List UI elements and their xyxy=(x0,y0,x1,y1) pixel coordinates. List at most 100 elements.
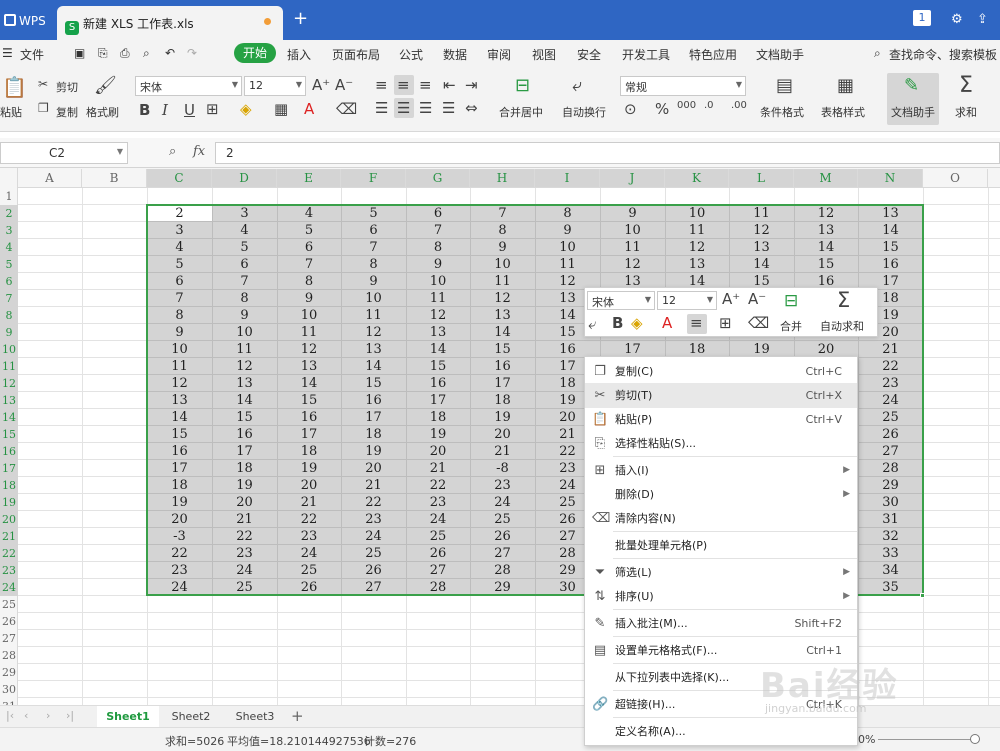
share-icon[interactable]: ⇪ xyxy=(977,12,988,27)
row-header-26[interactable]: 26 xyxy=(0,613,18,630)
column-header-h[interactable]: H xyxy=(470,169,535,187)
mini-merge-icon[interactable]: ⊟ xyxy=(784,291,798,311)
number-format-select[interactable]: 常规 ▼ xyxy=(620,76,746,96)
font-grow-icon[interactable]: A⁺ xyxy=(312,76,330,94)
context-menu-item-sort[interactable]: ⇅ 排序(U) ▶ xyxy=(585,584,857,609)
add-sheet-icon[interactable]: + xyxy=(291,707,304,725)
conditional-format-icon[interactable]: ▤ xyxy=(776,75,793,96)
row-header-19[interactable]: 19 xyxy=(0,494,18,511)
context-menu-item-define-name[interactable]: 定义名称(A)... xyxy=(585,719,857,744)
row-header-20[interactable]: 20 xyxy=(0,511,18,528)
menu-tab-doc-helper[interactable]: 文档助手 xyxy=(756,46,804,63)
row-header-30[interactable]: 30 xyxy=(0,681,18,698)
border-icon[interactable]: ⊞ xyxy=(206,100,219,118)
menu-tab-view[interactable]: 视图 xyxy=(532,46,556,63)
column-header-c[interactable]: C xyxy=(147,169,212,187)
new-tab-button[interactable]: + xyxy=(293,8,308,29)
wrap-text-button[interactable]: 自动换行 xyxy=(562,104,606,120)
mini-merge-button[interactable]: 合并 xyxy=(780,318,802,334)
undo-icon[interactable]: ↶ xyxy=(165,46,175,60)
row-header-29[interactable]: 29 xyxy=(0,664,18,681)
wrap-text-icon[interactable]: ⤶ xyxy=(572,75,582,96)
conditional-format-button[interactable]: 条件格式 xyxy=(760,104,804,120)
decrease-decimal-icon[interactable]: .00 xyxy=(731,100,747,111)
row-header-7[interactable]: 7 xyxy=(0,290,18,307)
fill-handle[interactable] xyxy=(920,593,925,598)
wps-home-tab[interactable]: WPS xyxy=(0,8,52,36)
mini-font-shrink-icon[interactable]: A⁻ xyxy=(748,290,766,308)
row-header-18[interactable]: 18 xyxy=(0,477,18,494)
font-color-icon[interactable]: A xyxy=(304,100,314,118)
underline-icon[interactable]: U xyxy=(184,101,195,119)
row-header-12[interactable]: 12 xyxy=(0,375,18,392)
mini-sum-icon[interactable]: Σ xyxy=(837,288,850,312)
scissors-icon[interactable]: ✂ xyxy=(38,77,48,91)
row-header-3[interactable]: 3 xyxy=(0,222,18,239)
row-header-14[interactable]: 14 xyxy=(0,409,18,426)
column-header-m[interactable]: M xyxy=(794,169,858,187)
sheet-first-icon[interactable]: |‹ xyxy=(6,709,14,722)
menu-tab-review[interactable]: 审阅 xyxy=(487,46,511,63)
sheet-next-icon[interactable]: › xyxy=(46,709,50,722)
table-style-icon[interactable]: ▦ xyxy=(837,75,854,96)
search-icon[interactable]: ⌕ xyxy=(874,46,881,61)
mini-wrap-icon[interactable]: ⤶ xyxy=(588,315,596,333)
mini-fill-color-icon[interactable]: ◈ xyxy=(631,314,643,332)
name-box[interactable]: C2 ▼ xyxy=(0,142,128,164)
row-header-24[interactable]: 24 xyxy=(0,579,18,596)
context-menu-item-cut[interactable]: ✂ 剪切(T) Ctrl+X xyxy=(585,383,857,408)
mini-font-name-select[interactable]: 宋体 ▼ xyxy=(587,291,655,310)
row-header-13[interactable]: 13 xyxy=(0,392,18,409)
mini-font-color-icon[interactable]: A xyxy=(662,314,672,332)
row-header-31[interactable]: 31 xyxy=(0,698,18,705)
paste-icon[interactable]: 📋 xyxy=(2,75,27,99)
align-right-icon[interactable]: ☰ xyxy=(419,99,432,117)
preview-icon[interactable]: ⌕ xyxy=(143,46,150,61)
menu-tab-security[interactable]: 安全 xyxy=(577,46,601,63)
column-header-k[interactable]: K xyxy=(665,169,729,187)
column-header-o[interactable]: O xyxy=(923,169,988,187)
row-header-1[interactable]: 1 xyxy=(0,188,18,205)
menu-tab-features[interactable]: 特色应用 xyxy=(689,46,737,63)
hamburger-icon[interactable]: ☰ xyxy=(2,46,13,60)
row-header-22[interactable]: 22 xyxy=(0,545,18,562)
column-header-i[interactable]: I xyxy=(535,169,600,187)
zoom-slider-track[interactable] xyxy=(878,739,973,740)
row-header-9[interactable]: 9 xyxy=(0,324,18,341)
format-painter-button[interactable]: 格式刷 xyxy=(86,104,119,120)
command-search[interactable]: 查找命令、搜索模板 xyxy=(889,46,997,63)
row-header-15[interactable]: 15 xyxy=(0,426,18,443)
copy-icon[interactable]: ❐ xyxy=(38,101,49,115)
merge-center-button[interactable]: 合并居中 xyxy=(499,104,543,120)
thousands-icon[interactable]: 000 xyxy=(677,100,696,111)
zoom-level[interactable]: 0% xyxy=(858,733,875,746)
fill-color-icon[interactable]: ◈ xyxy=(240,100,252,118)
context-menu-item-batch-cells[interactable]: 批量处理单元格(P) xyxy=(585,533,857,558)
sheet-tab-3[interactable]: Sheet3 xyxy=(224,706,286,728)
context-menu-item-filter[interactable]: ⏷ 筛选(L) ▶ xyxy=(585,560,857,585)
mini-bold-icon[interactable]: B xyxy=(612,314,623,332)
sheet-tab-2[interactable]: Sheet2 xyxy=(160,706,222,728)
highlight-icon[interactable]: ▦ xyxy=(274,100,288,118)
row-header-23[interactable]: 23 xyxy=(0,562,18,579)
formula-input[interactable]: 2 xyxy=(215,142,1000,164)
row-header-5[interactable]: 5 xyxy=(0,256,18,273)
distribute-icon[interactable]: ⇔ xyxy=(465,99,478,117)
column-header-l[interactable]: L xyxy=(729,169,794,187)
menu-tab-home[interactable]: 开始 xyxy=(234,43,276,63)
zoom-slider-handle[interactable] xyxy=(970,734,980,744)
row-header-21[interactable]: 21 xyxy=(0,528,18,545)
bold-icon[interactable]: B xyxy=(139,101,150,119)
context-menu-item-clear-contents[interactable]: ⌫ 清除内容(N) xyxy=(585,506,857,531)
row-header-6[interactable]: 6 xyxy=(0,273,18,290)
save-icon[interactable]: ▣ xyxy=(74,46,85,60)
mini-align-center-icon[interactable]: ≡ xyxy=(690,314,703,332)
cut-button[interactable]: 剪切 xyxy=(56,79,78,95)
font-name-select[interactable]: 宋体 ▼ xyxy=(135,76,242,96)
mini-border-icon[interactable]: ⊞ xyxy=(719,314,732,332)
menu-tab-developer[interactable]: 开发工具 xyxy=(622,46,670,63)
align-center-icon[interactable]: ☰ xyxy=(397,99,410,117)
increase-decimal-icon[interactable]: .0 xyxy=(704,100,714,111)
sheet-last-icon[interactable]: ›| xyxy=(66,709,74,722)
justify-icon[interactable]: ☰ xyxy=(442,99,455,117)
